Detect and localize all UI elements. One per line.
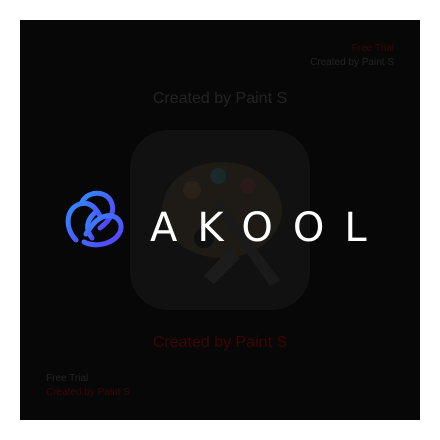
watermark-created-by-lower: Created by Paint S (152, 334, 288, 351)
akool-logo: AKOOL (65, 190, 380, 251)
watermark-created-by-upper: Created by Paint S (152, 90, 288, 107)
watermark-free-trial-bottom: Free Trial (46, 373, 89, 384)
watermark-created-by-top: Created by Paint S (310, 57, 394, 68)
image-canvas: Free Trial Created by Paint S Created by… (20, 20, 420, 420)
watermark-free-trial-top: Free Trial (351, 43, 394, 54)
logo-wordmark: AKOOL (150, 205, 380, 251)
interlocking-loops-icon (65, 190, 124, 248)
watermark-created-by-bottom: Created by Paint S (46, 387, 130, 398)
